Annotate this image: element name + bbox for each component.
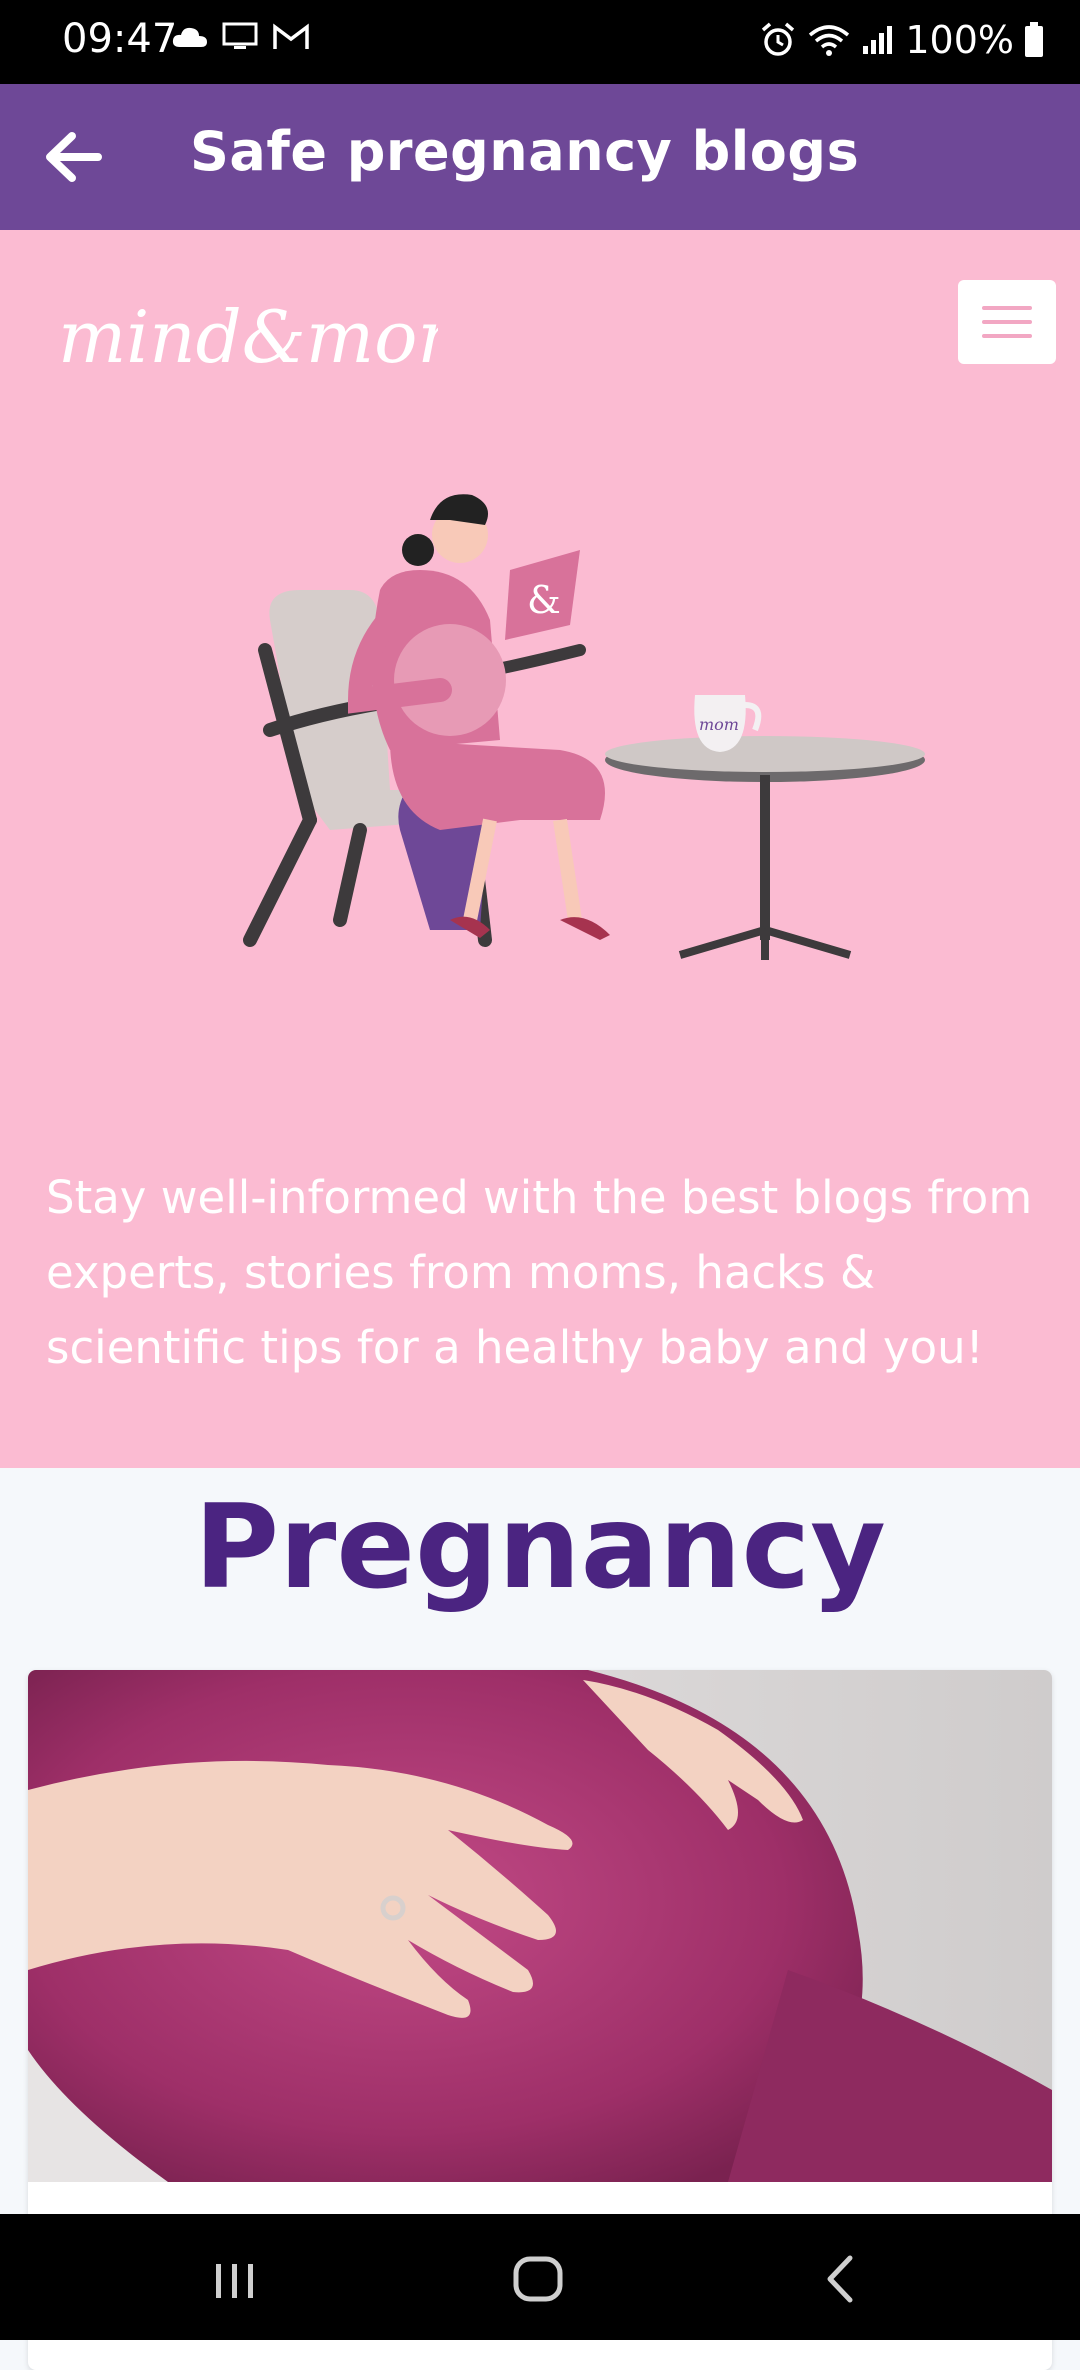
pregnant-woman-reading-illustration: & mom — [243, 494, 925, 960]
svg-text:&: & — [527, 578, 561, 622]
system-nav-bar — [0, 2214, 1080, 2340]
monitor-icon — [222, 22, 258, 49]
battery-percent: 100% — [905, 18, 1014, 62]
app-bar: Safe pregnancy blogs — [0, 84, 1080, 230]
status-time: 09:47 — [62, 16, 178, 62]
svg-text:mind&mom: mind&mom — [58, 295, 438, 379]
signal-icon — [863, 26, 893, 54]
hamburger-icon — [982, 306, 1032, 310]
back-icon[interactable] — [806, 2244, 876, 2314]
battery-icon — [1025, 22, 1043, 57]
gmail-icon — [273, 23, 309, 49]
mind-and-mom-logo[interactable]: mind&mom — [58, 290, 438, 390]
page-title: Safe pregnancy blogs — [190, 120, 860, 183]
status-right-icons: 100% — [759, 18, 1044, 62]
wifi-icon — [809, 25, 850, 56]
recents-icon[interactable] — [200, 2244, 270, 2314]
section-title: Pregnancy — [194, 1480, 886, 1615]
alarm-icon — [762, 22, 795, 56]
pregnant-belly-photo — [28, 1670, 1052, 2182]
hero-description: Stay well-informed with the best blogs f… — [46, 1171, 1033, 1374]
hamburger-icon-line — [982, 320, 1032, 324]
arrow-left-icon — [46, 132, 102, 182]
home-icon[interactable] — [503, 2244, 573, 2314]
menu-button[interactable] — [958, 280, 1056, 364]
status-bar: 09:47 100% — [0, 0, 1080, 84]
status-left-icons — [172, 22, 310, 52]
cloud-icon — [172, 27, 207, 47]
back-button[interactable] — [38, 122, 108, 192]
hero-section: mind&mom & — [0, 230, 1080, 1468]
svg-text:mom: mom — [699, 715, 739, 734]
hamburger-icon-line — [982, 334, 1032, 338]
